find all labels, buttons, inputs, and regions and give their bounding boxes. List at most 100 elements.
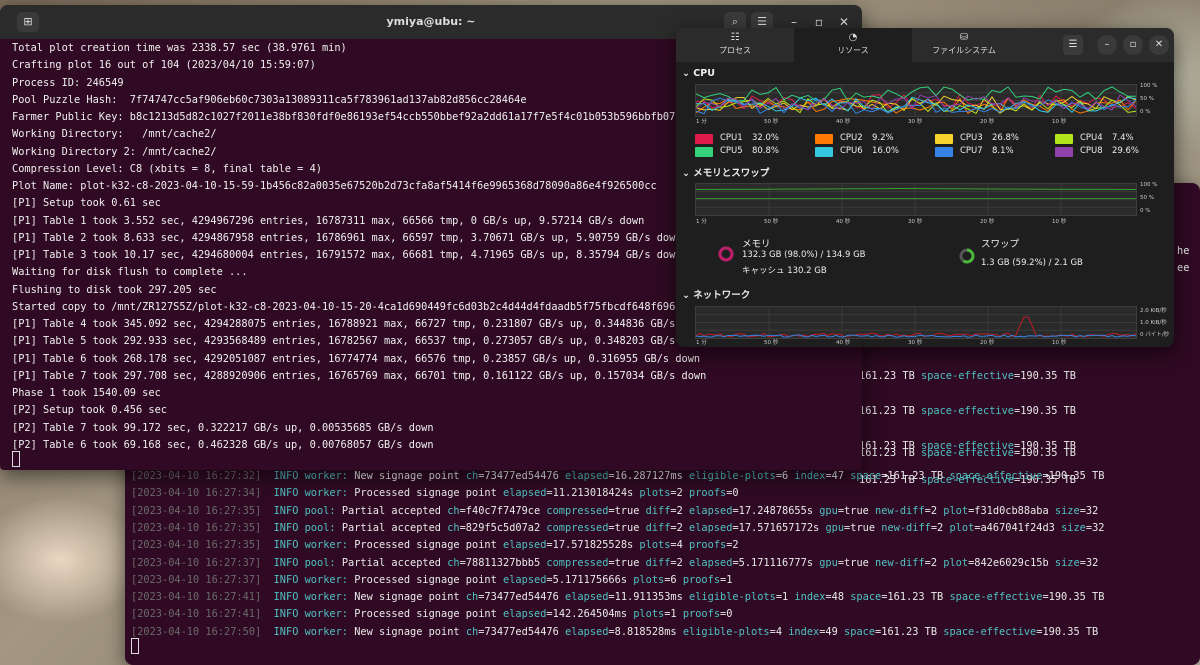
log-value: =2 bbox=[670, 487, 690, 500]
cpu-color-swatch[interactable] bbox=[695, 134, 713, 144]
log-source: worker: bbox=[304, 487, 349, 500]
right-edge-text: ee bbox=[1177, 262, 1190, 274]
terminal-line: Total plot creation time was 2338.57 sec… bbox=[12, 42, 347, 54]
log-value: =0 bbox=[726, 487, 739, 500]
cpu-color-swatch[interactable] bbox=[695, 147, 713, 157]
log-key: index bbox=[788, 625, 820, 638]
tab-processes[interactable]: ☷ プロセス bbox=[676, 28, 794, 62]
log-value: =73477ed54476 bbox=[478, 591, 566, 604]
log-key: plots bbox=[633, 573, 665, 586]
cpu-color-swatch[interactable] bbox=[935, 134, 953, 144]
cpu-color-swatch[interactable] bbox=[935, 147, 953, 157]
log-value: =2 bbox=[670, 504, 690, 517]
chevron-down-icon: ⌄ bbox=[682, 290, 690, 301]
log-line: [2023-04-10 16:27:41] INFO worker: Proce… bbox=[131, 606, 732, 623]
log-key: index bbox=[794, 470, 826, 482]
log-message: New signage point bbox=[354, 625, 466, 638]
log-key: plots bbox=[633, 608, 665, 621]
tab-label: リソース bbox=[837, 46, 869, 55]
time-axis-label: 40 秒 bbox=[836, 119, 851, 125]
log-key: new-diff bbox=[875, 556, 925, 569]
log-line: [2023-04-10 16:27:50] INFO worker: New s… bbox=[131, 624, 1098, 641]
log-message: New signage point bbox=[354, 470, 466, 482]
log-line-partial: 161.23 TB space-effective=190.35 TB bbox=[859, 403, 1076, 420]
cpu-color-swatch[interactable] bbox=[815, 134, 833, 144]
log-value: =0 bbox=[720, 608, 733, 621]
memory-title: メモリとスワップ bbox=[693, 168, 770, 179]
log-level: INFO bbox=[273, 556, 299, 569]
cpu-title: CPU bbox=[693, 68, 715, 79]
axis-label: 2.0 KiB/秒 bbox=[1140, 308, 1167, 314]
log-value: =2 bbox=[930, 521, 950, 534]
time-axis-label: 30 秒 bbox=[908, 340, 923, 346]
terminal-line: [P1] Table 4 took 345.092 sec, 429428807… bbox=[12, 318, 707, 330]
cpu-color-swatch[interactable] bbox=[815, 147, 833, 157]
cpu-usage-value: 7.4% bbox=[1112, 133, 1134, 143]
log-message: Partial accepted bbox=[341, 521, 448, 534]
log-source: worker: bbox=[304, 470, 349, 482]
log-message: Processed signage point bbox=[354, 573, 504, 586]
network-history-chart bbox=[696, 307, 1136, 338]
time-axis-label: 30 秒 bbox=[908, 119, 923, 125]
log-key: gpu bbox=[825, 521, 845, 534]
log-value: =190.35 TB bbox=[1042, 591, 1105, 604]
time-axis-label: 40 秒 bbox=[836, 340, 851, 346]
terminal-line: Waiting for disk flush to complete ... bbox=[12, 266, 248, 279]
cpu-color-swatch[interactable] bbox=[1055, 147, 1073, 157]
log-value: =1 bbox=[664, 608, 683, 621]
log-timestamp: [2023-04-10 16:27:35] bbox=[131, 539, 262, 552]
log-key: elapsed bbox=[689, 556, 733, 569]
log-key: space bbox=[850, 591, 882, 604]
log-key: size bbox=[1054, 504, 1080, 517]
minimize-icon[interactable]: – bbox=[1097, 35, 1117, 55]
log-source: worker: bbox=[304, 539, 349, 552]
terminal-line: [P1] Table 6 took 268.178 sec, 429205108… bbox=[12, 352, 701, 365]
log-value: =true bbox=[837, 556, 876, 569]
time-axis-label: 20 秒 bbox=[980, 340, 995, 346]
cpu-name: CPU1 bbox=[720, 133, 743, 143]
list-icon: ☷ bbox=[730, 32, 740, 43]
log-value: =161.23 TB bbox=[881, 470, 950, 482]
log-value: =73477ed54476 bbox=[478, 625, 566, 638]
network-section-header[interactable]: ⌄ ネットワーク bbox=[682, 287, 750, 301]
log-key: diff bbox=[645, 556, 671, 569]
log-value: =190.35 TB bbox=[1014, 405, 1076, 417]
cpu-graph bbox=[695, 84, 1137, 117]
terminal-line: [P2] Setup took 0.456 sec bbox=[12, 404, 167, 417]
log-key: ch bbox=[465, 470, 479, 482]
cpu-section-header[interactable]: ⌄ CPU bbox=[682, 68, 715, 79]
maximize-icon[interactable]: ▫ bbox=[1123, 35, 1143, 55]
disk-icon: ⛁ bbox=[959, 32, 969, 43]
log-key: elapsed bbox=[565, 470, 609, 482]
close-icon[interactable]: ✕ bbox=[1149, 35, 1169, 55]
log-level: INFO bbox=[273, 504, 299, 517]
axis-label: 50 % bbox=[1140, 96, 1154, 102]
log-key: size bbox=[1054, 556, 1080, 569]
terminal-line: Compression Level: C8 (xbits = 8, final … bbox=[12, 162, 322, 175]
menu-icon[interactable]: ☰ bbox=[1063, 35, 1083, 55]
log-value: =8.818528ms bbox=[608, 625, 683, 638]
log-message: Processed signage point bbox=[354, 539, 504, 552]
log-value: =190.35 TB bbox=[1014, 447, 1076, 459]
system-monitor-window[interactable]: ☷ プロセス ◔ リソース ⛁ ファイルシステム ☰ – ▫ ✕ ⌄ CPU 1… bbox=[676, 28, 1174, 347]
log-value: =true bbox=[608, 521, 646, 534]
cpu-color-swatch[interactable] bbox=[1055, 134, 1073, 144]
log-source: worker: bbox=[304, 591, 349, 604]
tab-filesystems[interactable]: ⛁ ファイルシステム bbox=[908, 28, 1020, 62]
log-message: Partial accepted bbox=[341, 504, 448, 517]
log-key: index bbox=[794, 591, 826, 604]
log-source: pool: bbox=[304, 556, 336, 569]
log-key: space-effective bbox=[921, 405, 1014, 417]
swap-usage-ring bbox=[959, 248, 975, 264]
log-level: INFO bbox=[273, 625, 299, 638]
log-value: =4 bbox=[670, 539, 690, 552]
time-axis-label: 30 秒 bbox=[908, 219, 923, 225]
log-key: eligible-plots bbox=[689, 470, 776, 482]
tab-resources[interactable]: ◔ リソース bbox=[794, 28, 912, 62]
log-spacer bbox=[261, 505, 273, 517]
tab-label: プロセス bbox=[719, 46, 751, 55]
axis-label: 0 % bbox=[1140, 109, 1151, 115]
log-key: plot bbox=[943, 556, 969, 569]
log-key: ch bbox=[447, 504, 460, 517]
memory-section-header[interactable]: ⌄ メモリとスワップ bbox=[682, 165, 769, 179]
